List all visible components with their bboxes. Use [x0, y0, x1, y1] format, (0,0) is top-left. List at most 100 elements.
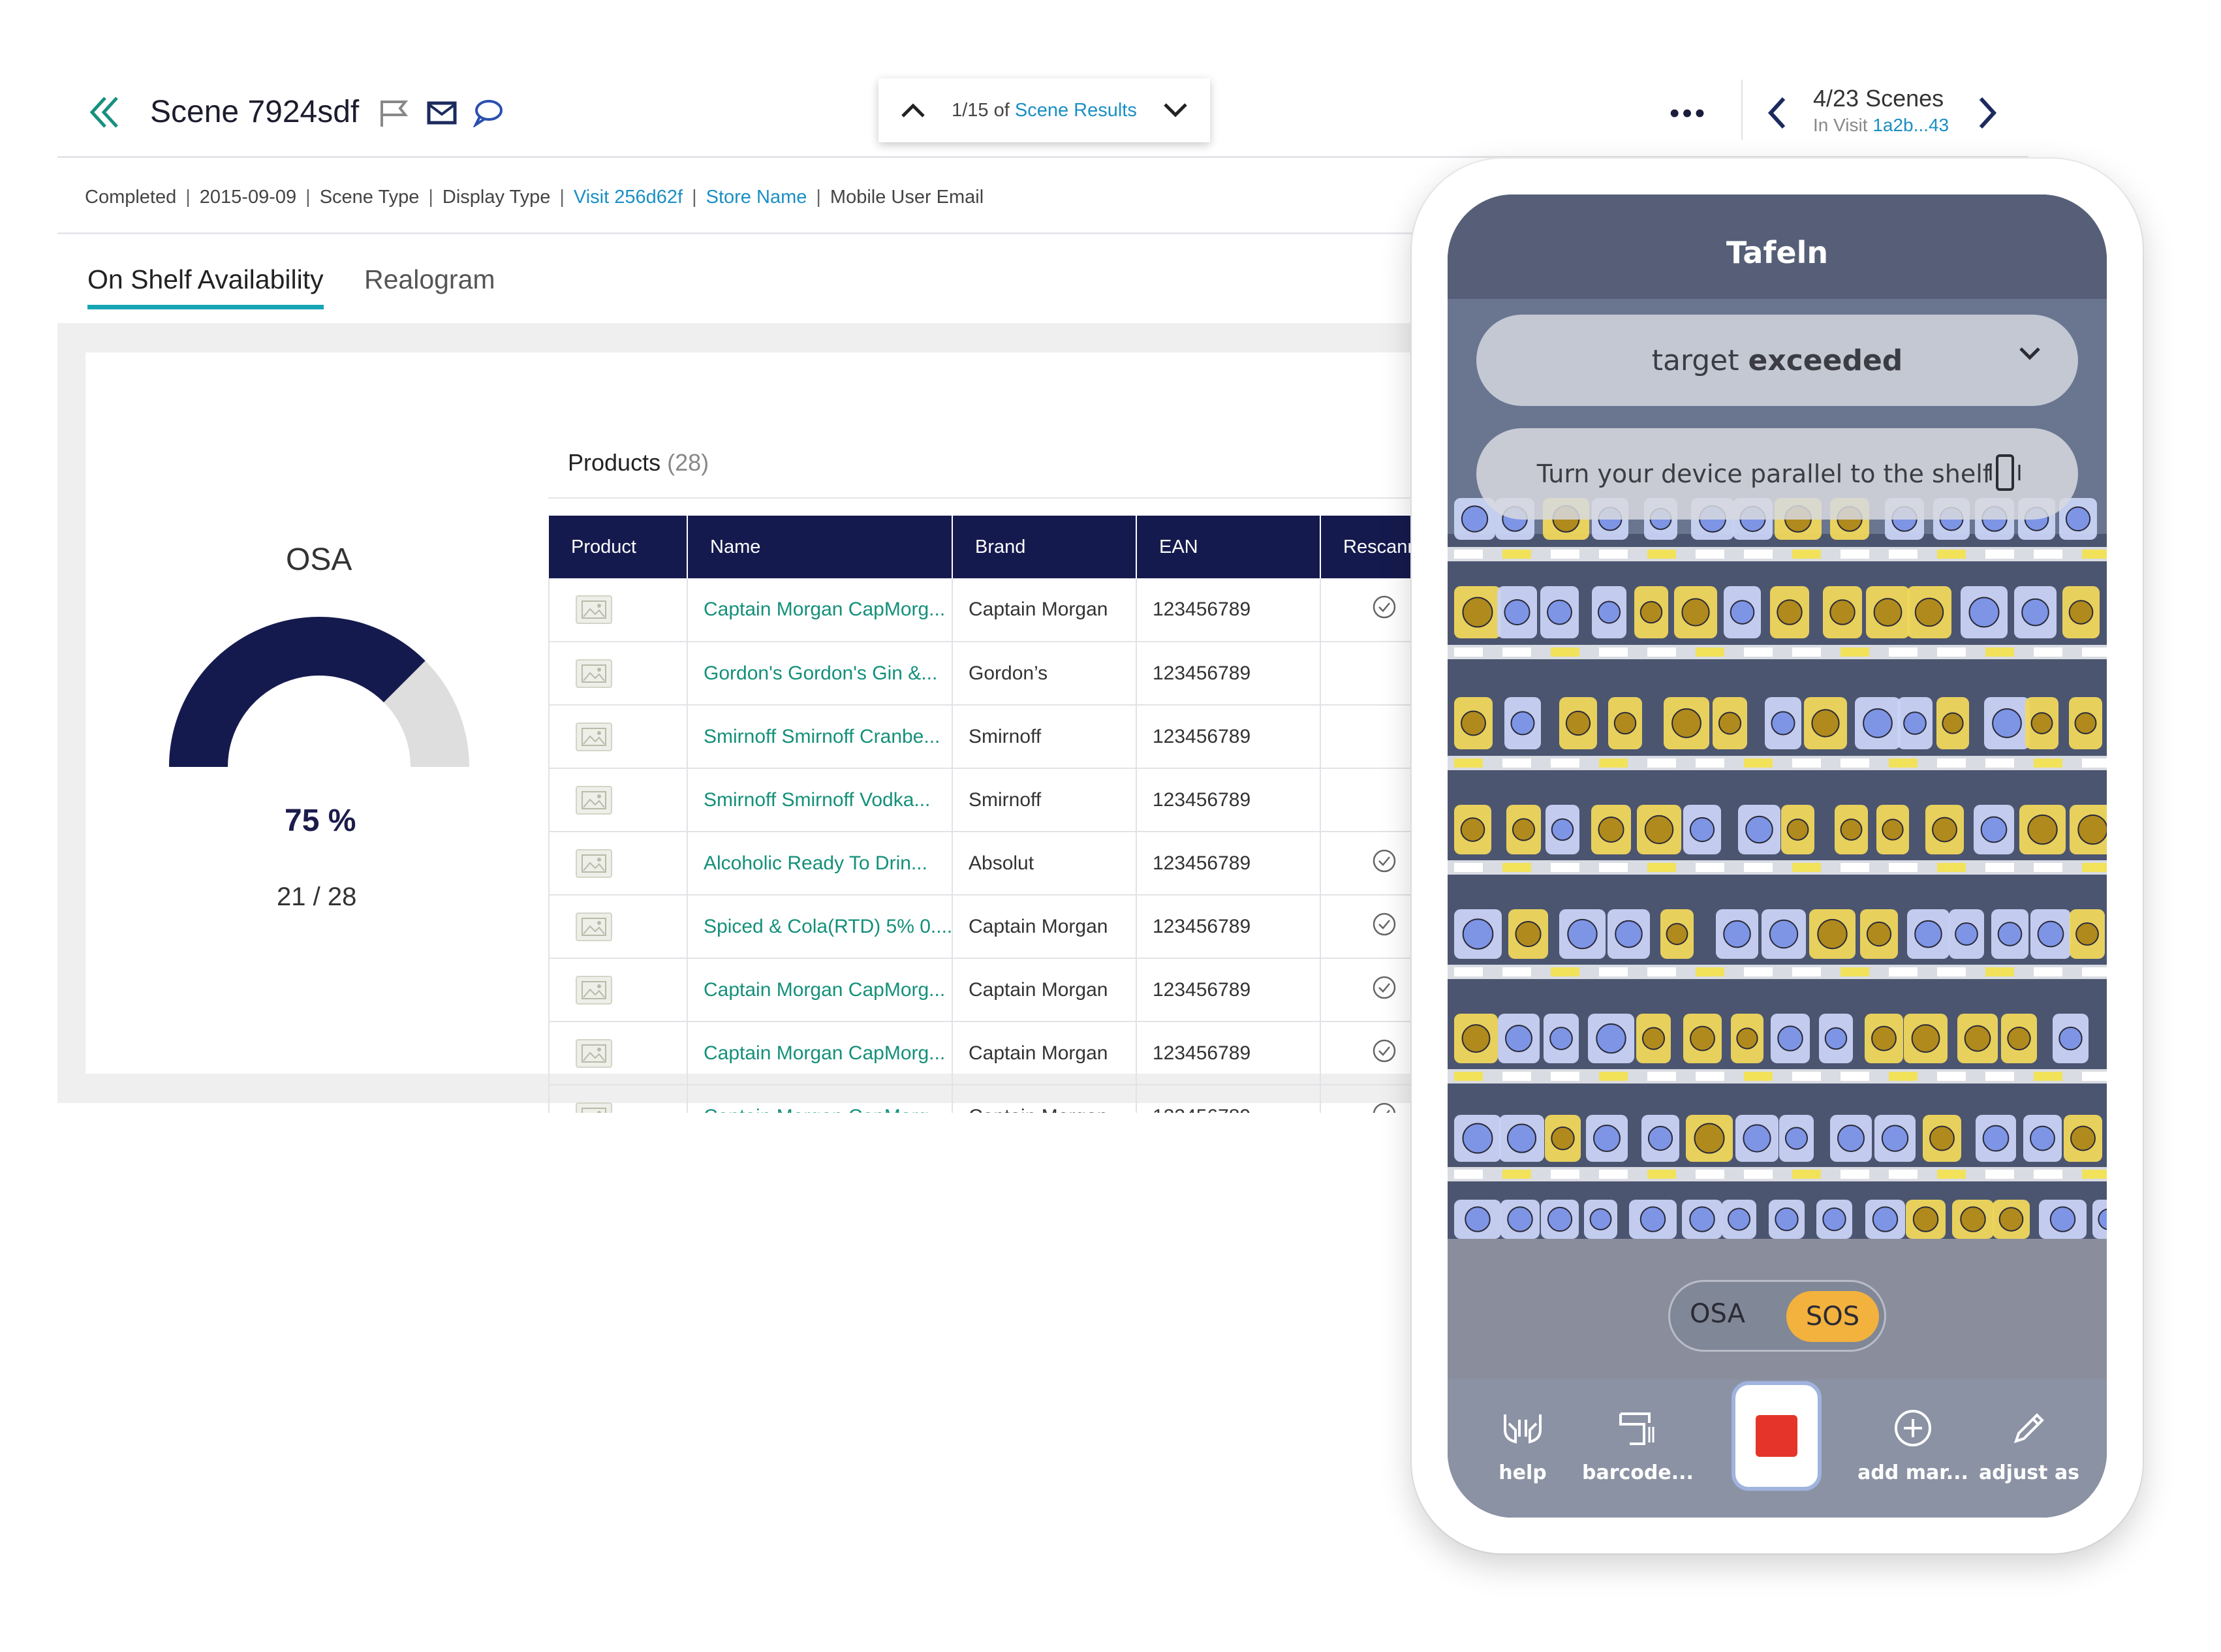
column-header-ean[interactable]: EAN	[1136, 516, 1321, 578]
double-chevron-left-icon[interactable]	[84, 91, 125, 133]
osa-label: OSA	[286, 542, 352, 577]
product-name-link[interactable]: Captain Morgan CapMorg...	[687, 1085, 953, 1113]
store-link[interactable]: Store Name	[706, 187, 807, 208]
status-text: Completed	[85, 187, 177, 208]
image-placeholder-icon	[576, 659, 612, 688]
barcode-button[interactable]: barcode...	[1582, 1399, 1694, 1484]
ean-cell: 123456789	[1136, 705, 1321, 769]
check-circle-icon	[1372, 1102, 1397, 1113]
brand-cell: Captain Morgan	[952, 578, 1137, 642]
brand-cell: Captain Morgan	[952, 1021, 1137, 1085]
product-thumbnail-cell	[548, 705, 688, 769]
adjust-button[interactable]: adjust as	[1974, 1399, 2085, 1484]
record-stop-button[interactable]	[1732, 1381, 1822, 1491]
osa-percent: 75 %	[285, 803, 356, 838]
product-thumbnail-cell	[548, 895, 688, 959]
target-status-dropdown[interactable]: target exceeded	[1476, 315, 2078, 406]
table-row[interactable]: Captain Morgan CapMorg...Captain Morgan1…	[548, 1085, 1455, 1113]
phone-category-title: Tafeln	[1726, 235, 1829, 270]
user-email-text: Mobile User Email	[830, 187, 984, 208]
product-name-link[interactable]: Captain Morgan CapMorg...	[687, 958, 953, 1022]
product-thumbnail-cell	[548, 832, 688, 896]
ean-cell: 123456789	[1136, 958, 1321, 1022]
device-rotate-icon	[1988, 453, 2022, 495]
column-header-brand[interactable]: Brand	[952, 516, 1137, 578]
table-row[interactable]: Spiced & Cola(RTD) 5% 0.... Captain Morga…	[548, 895, 1455, 959]
product-name-link[interactable]: Gordon's Gordon's Gin &...	[687, 642, 953, 706]
column-header-product[interactable]: Product	[549, 516, 688, 578]
toggle-sos-option[interactable]: SOS	[1786, 1291, 1879, 1342]
check-circle-icon	[1372, 912, 1397, 941]
stop-icon	[1756, 1415, 1797, 1457]
ean-cell: 123456789	[1136, 768, 1321, 832]
check-circle-icon	[1372, 976, 1397, 1005]
ean-cell: 123456789	[1136, 832, 1321, 896]
tab-on-shelf-availability[interactable]: On Shelf Availability	[87, 260, 324, 309]
column-header-name[interactable]: Name	[687, 516, 953, 578]
osa-sos-toggle[interactable]: OSA SOS	[1668, 1280, 1886, 1352]
check-circle-icon	[1372, 595, 1397, 624]
previous-scene-button[interactable]	[1758, 90, 1795, 136]
result-position: 1/15 of Scene Results	[952, 99, 1137, 121]
product-name-link[interactable]: Spiced & Cola(RTD) 5% 0....	[687, 895, 953, 959]
osa-gauge	[169, 617, 469, 767]
product-name-link[interactable]: Captain Morgan CapMorg...	[687, 1021, 953, 1085]
image-placeholder-icon	[576, 1102, 612, 1113]
next-scene-button[interactable]	[1970, 90, 2006, 136]
plus-circle-icon	[1857, 1399, 1968, 1457]
page-title: Scene 7924sdf	[150, 95, 360, 129]
check-circle-icon	[1372, 1039, 1397, 1068]
scene-type-text: Scene Type	[319, 187, 420, 208]
scene-results-link[interactable]: Scene Results	[1015, 100, 1137, 121]
hands-icon	[1467, 1399, 1578, 1457]
product-name-link[interactable]: Captain Morgan CapMorg...	[687, 578, 953, 642]
products-table: Product Name Brand EAN Rescann Captain M…	[548, 516, 1455, 1113]
product-thumbnail-cell	[548, 1021, 688, 1085]
brand-cell: Smirnoff	[952, 768, 1137, 832]
device-orientation-hint: Turn your device parallel to the shelf	[1476, 428, 2078, 520]
table-row[interactable]: Alcoholic Ready To Drin... Absolut 1234567…	[548, 832, 1455, 896]
product-name-link[interactable]: Alcoholic Ready To Drin...	[687, 832, 953, 896]
toggle-osa-option[interactable]: OSA	[1690, 1299, 1745, 1329]
display-type-text: Display Type	[442, 187, 551, 208]
visit-id-link[interactable]: 1a2b...43	[1872, 115, 1949, 135]
table-row[interactable]: Captain Morgan CapMorg...Captain Morgan1…	[548, 578, 1455, 642]
ean-cell: 123456789	[1136, 642, 1321, 706]
table-row[interactable]: Captain Morgan CapMorg...Captain Morgan1…	[548, 1021, 1455, 1085]
osa-ratio: 21 / 28	[277, 882, 357, 911]
phone-screen: Tafeln target exceeded Turn your device …	[1448, 195, 2107, 1518]
product-thumbnail-cell	[548, 768, 688, 832]
product-thumbnail-cell	[548, 578, 688, 642]
tab-realogram[interactable]: Realogram	[364, 260, 495, 299]
flag-icon[interactable]	[376, 95, 411, 131]
chevron-down-icon[interactable]	[1153, 78, 1198, 142]
table-row[interactable]: Smirnoff Smirnoff Cranbe... Smirnoff 12345…	[548, 705, 1455, 769]
visit-reference: In Visit 1a2b...43	[1813, 115, 1949, 135]
chevron-up-icon[interactable]	[890, 78, 936, 142]
mail-icon[interactable]	[424, 95, 459, 131]
pencil-icon	[1974, 1399, 2085, 1457]
scene-results-navigator: 1/15 of Scene Results	[878, 78, 1210, 142]
top-bar: Scene 7924sdf 1/15 of Scene Results ••• …	[57, 59, 2028, 158]
add-marker-button[interactable]: add mar...	[1857, 1399, 1968, 1484]
table-row[interactable]: Smirnoff Smirnoff Vodka... Smirnoff 123456…	[548, 768, 1455, 832]
more-options-button[interactable]: •••	[1670, 99, 1707, 128]
image-placeholder-icon	[576, 722, 612, 751]
product-thumbnail-cell	[548, 1085, 688, 1113]
image-placeholder-icon	[576, 912, 612, 941]
table-row[interactable]: Captain Morgan CapMorg...Captain Morgan1…	[548, 958, 1455, 1022]
image-placeholder-icon	[576, 785, 612, 815]
brand-cell: Gordon’s	[952, 642, 1137, 706]
product-name-link[interactable]: Smirnoff Smirnoff Vodka...	[687, 768, 953, 832]
help-button[interactable]: help	[1467, 1399, 1578, 1484]
scene-count: 4/23 Scenes	[1813, 85, 1944, 112]
brand-cell: Captain Morgan	[952, 1085, 1137, 1113]
comment-icon[interactable]	[470, 95, 505, 131]
table-row[interactable]: Gordon's Gordon's Gin &... Gordon’s 123456…	[548, 642, 1455, 706]
brand-cell: Captain Morgan	[952, 958, 1137, 1022]
check-circle-icon	[1372, 849, 1397, 878]
visit-link[interactable]: Visit 256d62f	[574, 187, 683, 208]
image-placeholder-icon	[576, 595, 612, 624]
scene-metadata: Completed | 2015-09-09 | Scene Type | Display …	[85, 187, 984, 208]
product-name-link[interactable]: Smirnoff Smirnoff Cranbe...	[687, 705, 953, 769]
